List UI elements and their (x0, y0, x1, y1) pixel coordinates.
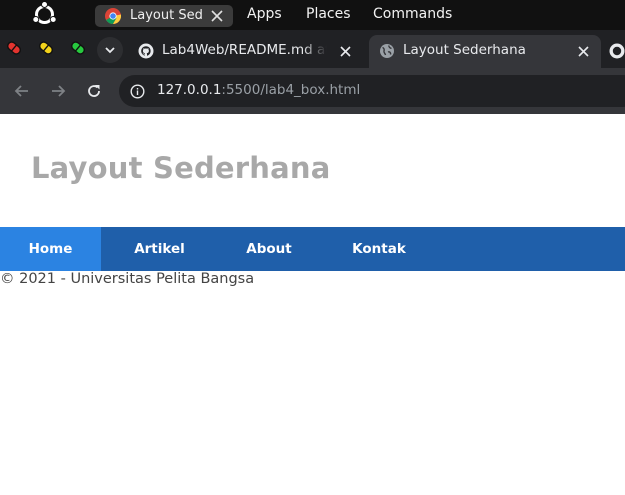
close-tab-icon[interactable] (578, 46, 589, 57)
menu-apps[interactable]: Apps (247, 6, 282, 22)
menu-commands[interactable]: Commands (373, 6, 452, 22)
page-header: Layout Sederhana (0, 114, 625, 227)
chrome-icon (105, 8, 121, 24)
menu-places[interactable]: Places (306, 6, 351, 22)
close-tab-icon[interactable] (340, 46, 351, 57)
yellow-pill-icon[interactable] (36, 39, 56, 57)
url-text[interactable]: 127.0.0.1:5500/lab4_box.html (157, 82, 360, 98)
tab-layout-sederhana[interactable]: Layout Sederhana (369, 35, 601, 68)
taskbar-window-item[interactable]: Layout Sed (95, 5, 233, 27)
tab-search-button[interactable] (97, 37, 123, 63)
browser-toolbar: 127.0.0.1:5500/lab4_box.html (0, 68, 625, 114)
tab-readme[interactable]: Lab4Web/README.md at (128, 35, 366, 68)
nav-link-kontak[interactable]: Kontak (320, 227, 438, 271)
nav-link-about[interactable]: About (218, 227, 320, 271)
close-icon[interactable] (211, 10, 223, 22)
taskbar-window-label: Layout Sed (130, 8, 203, 23)
web-page: Layout Sederhana Home Artikel About Kont… (0, 114, 625, 495)
reload-icon[interactable] (84, 81, 104, 101)
github-icon[interactable] (609, 43, 625, 59)
page-footer: © 2021 - Universitas Pelita Bangsa (0, 271, 255, 287)
chevron-down-icon (105, 47, 115, 54)
browser-tab-strip: Lab4Web/README.md at Layout Sederhana (0, 30, 625, 68)
url-path: :5500/lab4_box.html (221, 82, 361, 98)
address-bar[interactable]: 127.0.0.1:5500/lab4_box.html (119, 75, 625, 107)
ubuntu-logo-icon[interactable] (31, 1, 58, 28)
globe-icon (380, 44, 394, 58)
tab-title: Layout Sederhana (403, 42, 526, 58)
github-icon (138, 43, 154, 59)
main-nav: Home Artikel About Kontak (0, 227, 625, 271)
url-host: 127.0.0.1 (157, 82, 222, 98)
page-title: Layout Sederhana (31, 151, 331, 185)
tab-title: Lab4Web/README.md at (162, 42, 327, 58)
forward-arrow-icon[interactable] (48, 81, 68, 101)
back-arrow-icon[interactable] (12, 81, 32, 101)
system-top-bar: Layout Sed Apps Places Commands (0, 0, 625, 30)
info-icon[interactable] (130, 84, 145, 99)
red-pill-icon[interactable] (4, 39, 24, 57)
green-pill-icon[interactable] (68, 39, 88, 57)
nav-link-artikel[interactable]: Artikel (101, 227, 218, 271)
nav-link-home[interactable]: Home (0, 227, 101, 271)
